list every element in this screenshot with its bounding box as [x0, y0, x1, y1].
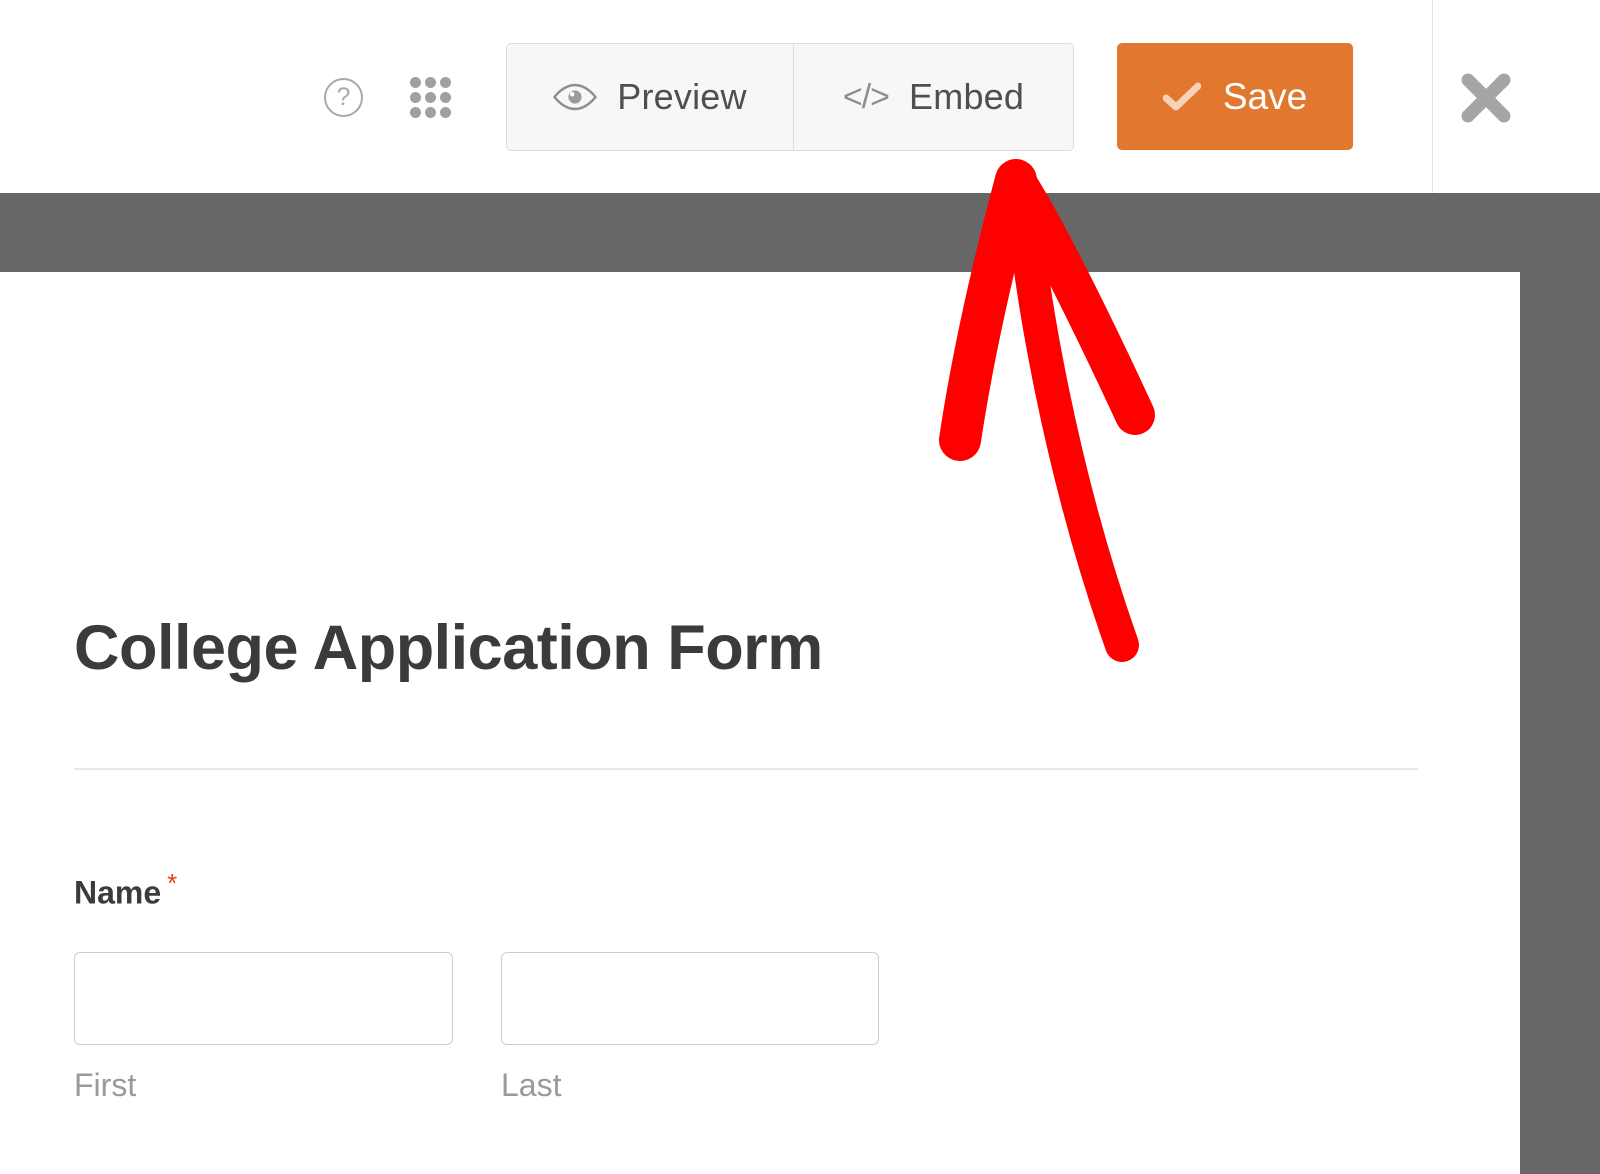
name-first-sublabel: First [74, 1067, 137, 1103]
form-title: College Application Form [74, 613, 823, 683]
toolbar-controls: ? Preview </> Embed Save [0, 0, 1432, 193]
name-last-input[interactable] [501, 952, 879, 1045]
eye-icon [553, 83, 598, 111]
grid-dot [425, 92, 436, 103]
required-asterisk: * [167, 868, 178, 898]
title-divider [74, 768, 1418, 770]
grid-dot [440, 92, 451, 103]
name-last-sublabel: Last [501, 1067, 562, 1103]
name-label-text: Name [74, 874, 162, 911]
form-builder-toolbar: ? Preview </> Embed Save [0, 0, 1600, 193]
grid-dot [410, 77, 421, 88]
name-field-label: Name * [74, 868, 177, 912]
app-screen: ? Preview </> Embed Save College Applica… [0, 0, 1600, 1174]
grid-dot [410, 92, 421, 103]
grid-dot [410, 107, 421, 118]
save-button[interactable]: Save [1117, 43, 1353, 150]
toolbar-divider [1432, 0, 1433, 193]
grid-dot [425, 107, 436, 118]
preview-button[interactable]: Preview [507, 44, 793, 150]
close-x-icon[interactable] [1459, 71, 1513, 125]
code-brackets-icon: </> [842, 77, 890, 116]
preview-label: Preview [617, 76, 747, 117]
help-circle-icon[interactable]: ? [324, 78, 363, 117]
name-first-input[interactable] [74, 952, 453, 1045]
grid-dot [440, 107, 451, 118]
embed-label: Embed [909, 76, 1025, 117]
save-label: Save [1222, 75, 1308, 117]
check-icon [1162, 82, 1201, 110]
grid-dot [425, 77, 436, 88]
help-glyph: ? [336, 83, 351, 111]
preview-embed-segmented-control: Preview </> Embed [506, 43, 1074, 151]
embed-button[interactable]: </> Embed [793, 44, 1073, 150]
grid-dot [440, 77, 451, 88]
grid-dots-icon[interactable] [410, 77, 451, 118]
form-preview-panel: College Application Form Name * First Las… [0, 272, 1520, 1174]
